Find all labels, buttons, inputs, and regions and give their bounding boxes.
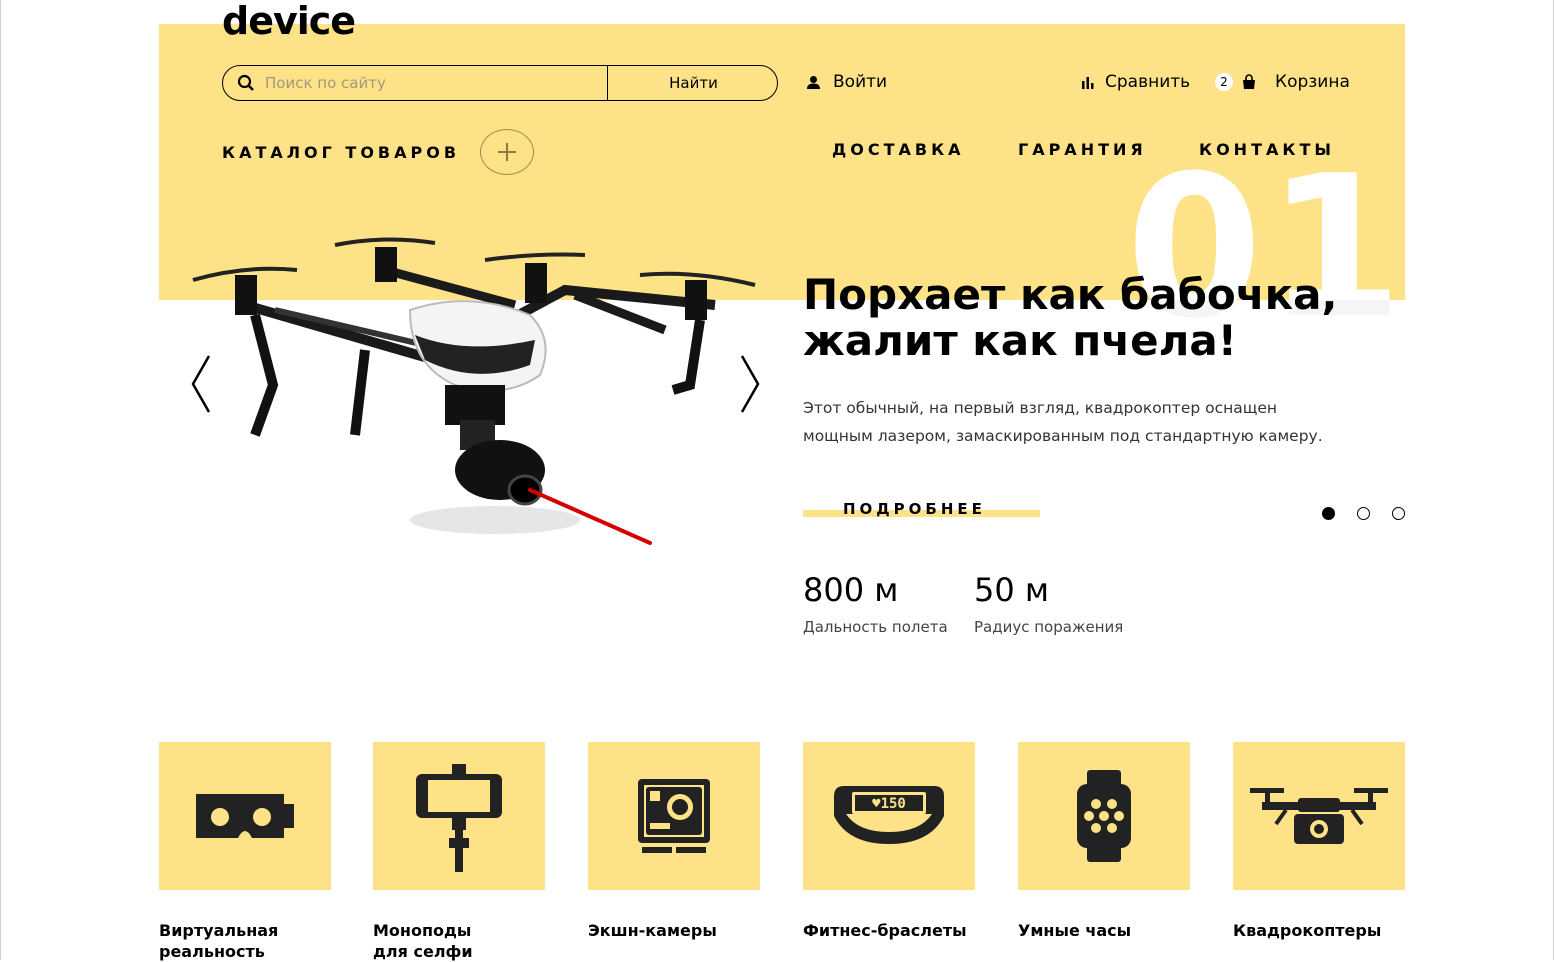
- catalog-plus-icon[interactable]: [480, 129, 535, 175]
- slide-description: Этот обычный, на первый взгляд, квадроко…: [803, 394, 1403, 450]
- selfie-stick-icon: [416, 764, 502, 872]
- category-action-cameras[interactable]: Экшн-камеры: [588, 742, 760, 941]
- login-label: Войти: [833, 72, 888, 92]
- slide-dot-2[interactable]: [1357, 507, 1370, 520]
- catalog-label: КАТАЛОГ ТОВАРОВ: [222, 142, 461, 162]
- fitness-band-icon: ♥150: [834, 786, 944, 844]
- drone-image: [192, 237, 756, 545]
- slider-dots: [1322, 507, 1405, 520]
- description-line-1: Этот обычный, на первый взгляд, квадроко…: [803, 399, 1278, 417]
- category-action-cameras-tile: [588, 742, 760, 890]
- cart-link[interactable]: 2 Корзина: [1215, 72, 1350, 92]
- more-label: ПОДРОБНЕЕ: [843, 500, 986, 518]
- headline-line-1: Порхает как бабочка,: [803, 270, 1338, 319]
- site-logo[interactable]: device: [222, 0, 356, 44]
- category-fitness-label: Фитнес-браслеты: [803, 921, 967, 940]
- compare-icon: [1082, 77, 1094, 89]
- slide-dot-1[interactable]: [1322, 507, 1335, 520]
- category-vr[interactable]: Виртуальная реальность: [159, 742, 331, 962]
- headline-line-2: жалит как пчела!: [803, 316, 1237, 365]
- cart-bag-icon: [1243, 74, 1255, 89]
- slide-headline: Порхает как бабочка, жалит как пчела!: [803, 272, 1403, 364]
- search-icon: [237, 74, 254, 91]
- search-button[interactable]: Найти: [607, 66, 777, 100]
- vr-headset-icon: [196, 794, 294, 838]
- fitness-band-display: ♥150: [872, 796, 906, 812]
- category-quadcopters-label: Квадрокоптеры: [1233, 921, 1382, 940]
- cart-count-badge: 2: [1215, 73, 1233, 91]
- quadcopter-icon: [1250, 788, 1388, 844]
- action-camera-icon: [638, 779, 710, 853]
- compare-link[interactable]: Сравнить: [1081, 72, 1190, 92]
- slide-dot-3[interactable]: [1392, 507, 1405, 520]
- category-monopods-tile: [373, 742, 545, 890]
- search-form: Найти: [222, 65, 778, 101]
- category-quadcopters[interactable]: Квадрокоптеры: [1233, 742, 1405, 941]
- category-smart-watches-label: Умные часы: [1018, 921, 1132, 940]
- category-fitness[interactable]: ♥150 Фитнес-браслеты: [803, 742, 975, 941]
- compare-label: Сравнить: [1105, 72, 1191, 92]
- category-quadcopters-tile: [1233, 742, 1405, 890]
- login-link[interactable]: Войти: [806, 72, 887, 92]
- stat-radius-value: 50 м: [974, 571, 1050, 609]
- search-input[interactable]: [265, 66, 605, 100]
- category-vr-line-2: реальность: [159, 942, 265, 961]
- description-line-2: мощным лазером, замаскированным под стан…: [803, 427, 1323, 445]
- stat-radius-label: Радиус поражения: [974, 618, 1124, 636]
- catalog-menu[interactable]: КАТАЛОГ ТОВАРОВ: [222, 129, 535, 175]
- category-monopods[interactable]: Моноподы для селфи: [373, 742, 545, 962]
- cart-label: Корзина: [1275, 72, 1350, 92]
- nav-delivery[interactable]: ДОСТАВКА: [832, 140, 965, 159]
- category-monopods-line-1: Моноподы: [373, 921, 472, 940]
- category-smart-watches[interactable]: Умные часы: [1018, 742, 1190, 941]
- smart-watch-icon: [1077, 770, 1131, 862]
- stat-range-value: 800 м: [803, 571, 899, 609]
- stat-range-label: Дальность полета: [803, 618, 948, 636]
- stat-radius: 50 м Радиус поражения: [974, 570, 1123, 636]
- category-vr-line-1: Виртуальная: [159, 921, 279, 940]
- category-fitness-tile: ♥150: [803, 742, 975, 890]
- category-action-cameras-label: Экшн-камеры: [588, 921, 717, 940]
- more-button[interactable]: ПОДРОБНЕЕ: [803, 500, 1040, 522]
- user-icon: [807, 75, 820, 89]
- stat-range: 800 м Дальность полета: [803, 570, 948, 636]
- category-monopods-line-2: для селфи: [373, 942, 473, 961]
- category-vr-tile: [159, 742, 331, 890]
- category-smart-watches-tile: [1018, 742, 1190, 890]
